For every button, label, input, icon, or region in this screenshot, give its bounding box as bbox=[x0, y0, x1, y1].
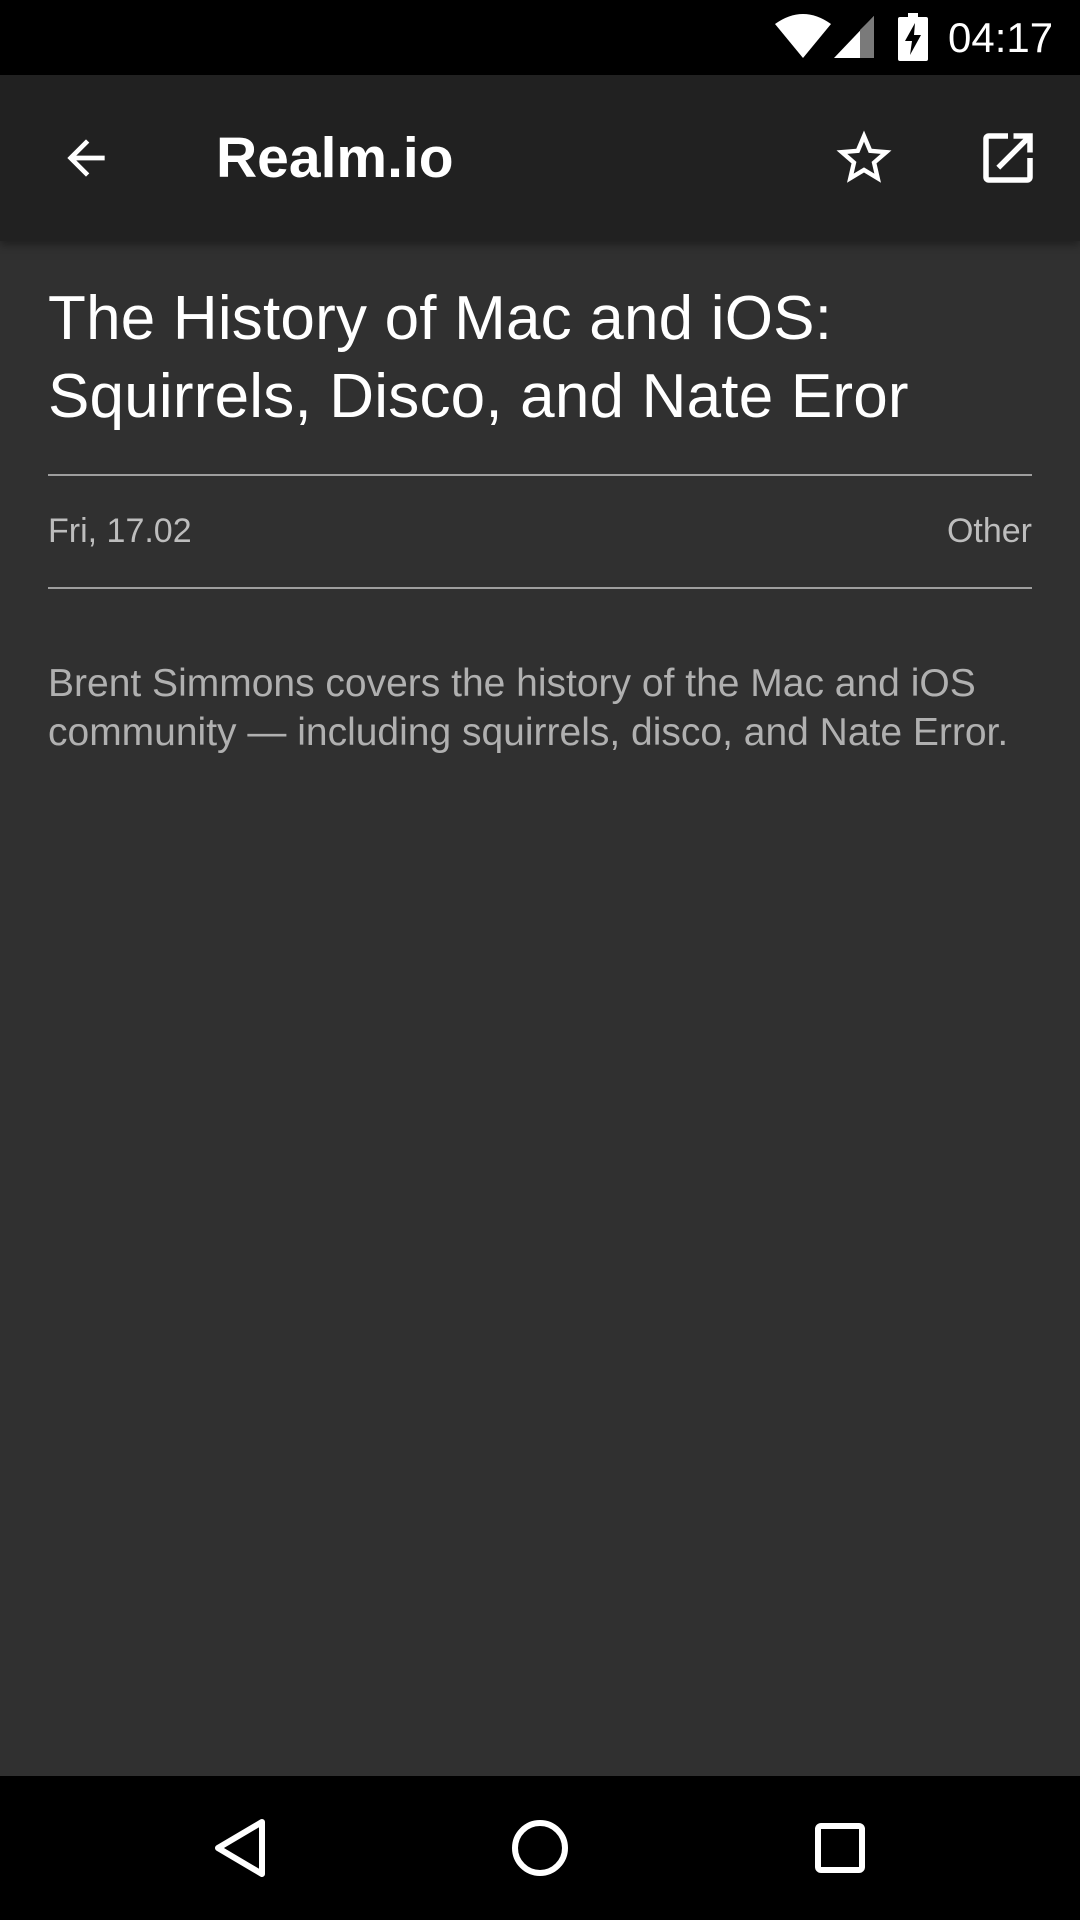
article-title: The History of Mac and iOS: Squirrels, D… bbox=[48, 284, 909, 431]
app-bar: Realm.io bbox=[0, 75, 1080, 241]
back-button[interactable] bbox=[44, 116, 128, 200]
open-in-browser-button[interactable] bbox=[966, 116, 1050, 200]
open-in-new-icon bbox=[983, 133, 1033, 183]
favorite-button[interactable] bbox=[822, 116, 906, 200]
app-bar-title: Realm.io bbox=[216, 126, 454, 190]
cell-signal-icon bbox=[834, 16, 874, 58]
nav-recents-icon bbox=[815, 1823, 865, 1873]
nav-back-icon bbox=[215, 1819, 265, 1877]
nav-recents-button[interactable] bbox=[790, 1798, 890, 1898]
screen: 04:17 Realm.io The History of Mac and iO… bbox=[0, 0, 1080, 1920]
nav-home-icon bbox=[512, 1820, 568, 1876]
star-outline-icon bbox=[836, 130, 892, 183]
article-date: Fri, 17.02 bbox=[48, 512, 192, 550]
status-bar: 04:17 bbox=[0, 0, 1080, 75]
arrow-back-icon bbox=[67, 139, 105, 177]
navigation-bar bbox=[0, 1776, 1080, 1920]
nav-home-button[interactable] bbox=[490, 1798, 590, 1898]
article-body: Brent Simmons covers the history of the … bbox=[48, 662, 1009, 754]
wifi-icon bbox=[775, 14, 831, 58]
article-content: The History of Mac and iOS: Squirrels, D… bbox=[48, 241, 1032, 757]
battery-charging-icon bbox=[898, 13, 928, 61]
article-category: Other bbox=[946, 512, 1032, 550]
article-meta: Fri, 17.02 Other bbox=[48, 476, 1032, 587]
nav-back-button[interactable] bbox=[190, 1798, 290, 1898]
status-time: 04:17 bbox=[948, 14, 1054, 61]
